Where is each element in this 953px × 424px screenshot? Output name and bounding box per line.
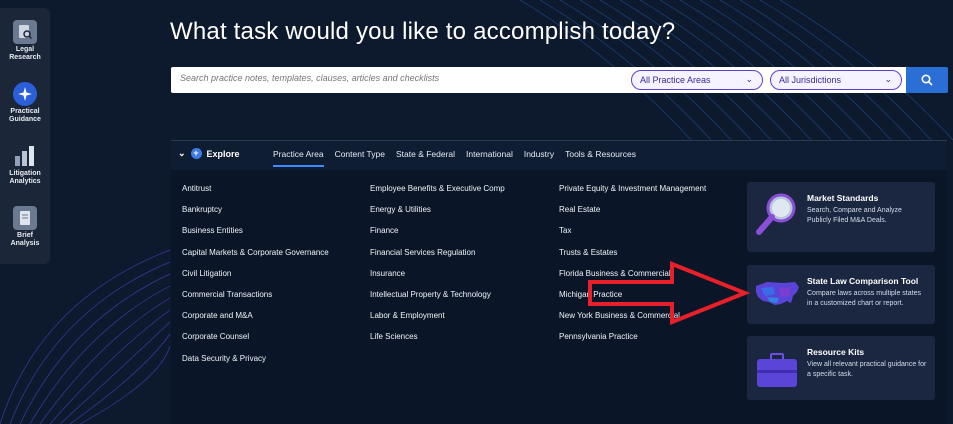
bar-chart-icon [13,144,37,168]
tab-content-type[interactable]: Content Type [335,149,385,159]
card-description: View all relevant practical guidance for… [807,361,927,378]
practice-area-link[interactable]: Business Entities [182,226,329,247]
search-icon [921,74,933,86]
practice-area-value: All Practice Areas [640,75,711,85]
card-state-law-comparison-tool[interactable]: State Law Comparison Tool Compare laws a… [747,265,935,324]
practice-area-dropdown[interactable]: All Practice Areas ⌄ [631,70,763,90]
tab-practice-area[interactable]: Practice Area [273,149,324,167]
practice-area-column-3: Private Equity & Investment Management R… [559,184,706,354]
practice-area-link[interactable]: Pennsylvania Practice [559,332,706,353]
document-check-icon [13,206,37,230]
plus-icon: + [190,148,202,159]
practice-area-link[interactable]: Capital Markets & Corporate Governance [182,248,329,269]
rail-label: Legal Research [9,46,41,61]
practice-area-link[interactable]: Employee Benefits & Executive Comp [370,184,505,205]
practice-area-column-1: Antitrust Bankruptcy Business Entities C… [182,184,329,375]
rail-item-legal-research[interactable]: Legal Research [0,20,50,62]
explore-label: Explore [206,148,240,159]
practice-area-link[interactable]: Florida Business & Commercial [559,269,706,290]
card-market-standards[interactable]: Market Standards Search, Compare and Ana… [747,182,935,252]
practice-area-link[interactable]: Michigan Practice [559,290,706,311]
chevron-down-icon: ⌄ [178,148,186,158]
practice-area-column-2: Employee Benefits & Executive Comp Energ… [370,184,505,354]
briefcase-icon [757,353,797,387]
practice-area-link[interactable]: Intellectual Property & Technology [370,290,505,311]
jurisdiction-value: All Jurisdictions [779,75,842,85]
card-title: Resource Kits [807,347,865,357]
card-description: Search, Compare and Analyze Publicly Fil… [807,207,902,224]
search-doc-icon [13,20,37,44]
us-map-icon [756,282,799,305]
practice-area-link[interactable]: Trusts & Estates [559,248,706,269]
card-title: Market Standards [807,193,879,203]
jurisdiction-dropdown[interactable]: All Jurisdictions ⌄ [770,70,902,90]
practice-area-link[interactable]: Labor & Employment [370,311,505,332]
practice-area-link[interactable]: Real Estate [559,205,706,226]
search-button[interactable] [906,67,948,93]
rail-label: Litigation Analytics [9,170,41,185]
rail-label: Practical Guidance [9,108,41,123]
practice-area-link[interactable]: Corporate and M&A [182,311,329,332]
explore-tabs: Practice Area Content Type State & Feder… [273,149,647,167]
rail-label: Brief Analysis [10,232,40,247]
practice-area-link[interactable]: Energy & Utilities [370,205,505,226]
practice-area-link[interactable]: Corporate Counsel [182,332,329,353]
left-rail: Legal Research Practical Guidance Litiga… [0,8,50,264]
practice-area-link[interactable]: New York Business & Commercial [559,311,706,332]
practice-area-link[interactable]: Bankruptcy [182,205,329,226]
practice-area-link[interactable]: Life Sciences [370,332,505,353]
page-headline: What task would you like to accomplish t… [170,18,676,45]
practice-area-link[interactable]: Civil Litigation [182,269,329,290]
tab-state-federal[interactable]: State & Federal [396,149,455,159]
practice-area-link[interactable]: Private Equity & Investment Management [559,184,706,205]
search-bar: All Practice Areas ⌄ All Jurisdictions ⌄ [171,67,906,93]
practice-area-link[interactable]: Data Security & Privacy [182,354,329,375]
practice-area-link[interactable]: Insurance [370,269,505,290]
practice-area-link[interactable]: Antitrust [182,184,329,205]
tab-tools-resources[interactable]: Tools & Resources [565,149,636,159]
practice-area-link[interactable]: Financial Services Regulation [370,248,505,269]
card-resource-kits[interactable]: Resource Kits View all relevant practica… [747,336,935,400]
practice-area-link[interactable]: Commercial Transactions [182,290,329,311]
tab-international[interactable]: International [466,149,513,159]
practice-area-link[interactable]: Finance [370,226,505,247]
chevron-down-icon: ⌄ [745,74,753,84]
rail-item-brief-analysis[interactable]: Brief Analysis [0,206,50,248]
explore-toggle[interactable]: ⌄ + Explore [178,148,240,159]
tab-industry[interactable]: Industry [524,149,554,159]
chevron-down-icon: ⌄ [884,74,892,84]
compass-star-icon [13,82,37,106]
search-input[interactable] [180,73,620,83]
practice-area-link[interactable]: Tax [559,226,706,247]
rail-item-practical-guidance[interactable]: Practical Guidance [0,82,50,124]
card-title: State Law Comparison Tool [807,276,919,286]
rail-item-litigation-analytics[interactable]: Litigation Analytics [0,144,50,186]
magnifier-icon [756,193,796,235]
card-description: Compare laws across multiple states in a… [807,290,921,307]
